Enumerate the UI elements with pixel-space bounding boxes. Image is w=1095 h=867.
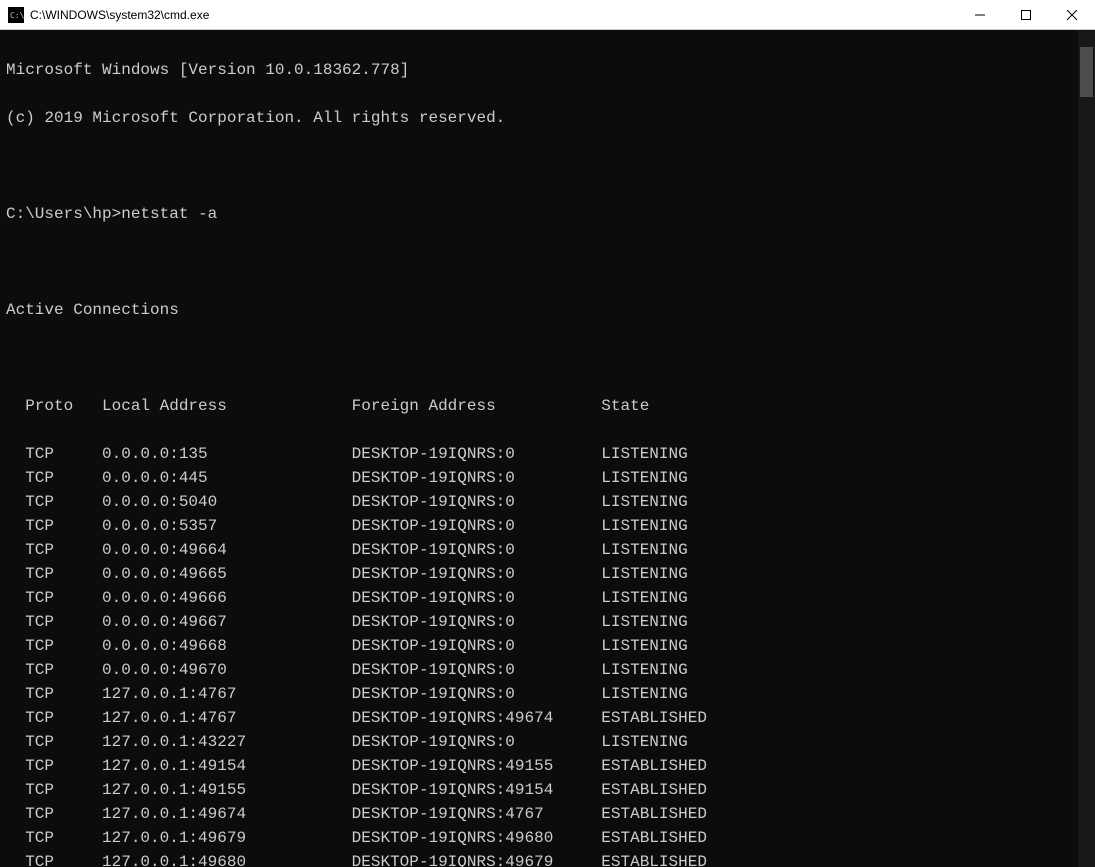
terminal-output[interactable]: Microsoft Windows [Version 10.0.18362.77… xyxy=(0,30,1095,867)
table-row: TCP 127.0.0.1:49155 DESKTOP-19IQNRS:4915… xyxy=(6,778,1095,802)
col-proto: Proto xyxy=(25,394,102,418)
blank-line xyxy=(6,250,1095,274)
table-row: TCP 127.0.0.1:43227 DESKTOP-19IQNRS:0 LI… xyxy=(6,730,1095,754)
window-controls xyxy=(957,0,1095,29)
blank-line xyxy=(6,154,1095,178)
close-button[interactable] xyxy=(1049,0,1095,29)
table-row: TCP 0.0.0.0:49667 DESKTOP-19IQNRS:0 LIST… xyxy=(6,610,1095,634)
table-row: TCP 0.0.0.0:49668 DESKTOP-19IQNRS:0 LIST… xyxy=(6,634,1095,658)
col-state: State xyxy=(601,394,649,418)
window-title: C:\WINDOWS\system32\cmd.exe xyxy=(30,8,957,22)
table-row: TCP 0.0.0.0:49665 DESKTOP-19IQNRS:0 LIST… xyxy=(6,562,1095,586)
table-row: TCP 0.0.0.0:445 DESKTOP-19IQNRS:0 LISTEN… xyxy=(6,466,1095,490)
prompt-path: C:\Users\hp> xyxy=(6,205,121,223)
table-row: TCP 127.0.0.1:49680 DESKTOP-19IQNRS:4967… xyxy=(6,850,1095,867)
col-local: Local Address xyxy=(102,394,352,418)
scrollbar-track[interactable] xyxy=(1078,30,1095,867)
prompt-line: C:\Users\hp>netstat -a xyxy=(6,202,1095,226)
maximize-button[interactable] xyxy=(1003,0,1049,29)
table-row: TCP 0.0.0.0:135 DESKTOP-19IQNRS:0 LISTEN… xyxy=(6,442,1095,466)
table-row: TCP 0.0.0.0:5357 DESKTOP-19IQNRS:0 LISTE… xyxy=(6,514,1095,538)
table-row: TCP 127.0.0.1:4767 DESKTOP-19IQNRS:49674… xyxy=(6,706,1095,730)
netstat-rows: TCP 0.0.0.0:135 DESKTOP-19IQNRS:0 LISTEN… xyxy=(6,442,1095,867)
blank-line xyxy=(6,346,1095,370)
col-foreign: Foreign Address xyxy=(352,394,602,418)
header-copyright: (c) 2019 Microsoft Corporation. All righ… xyxy=(6,106,1095,130)
scrollbar-thumb[interactable] xyxy=(1080,47,1093,97)
cmd-icon: C:\ xyxy=(8,7,24,23)
table-row: TCP 127.0.0.1:49154 DESKTOP-19IQNRS:4915… xyxy=(6,754,1095,778)
svg-text:C:\: C:\ xyxy=(10,11,24,20)
table-row: TCP 127.0.0.1:4767 DESKTOP-19IQNRS:0 LIS… xyxy=(6,682,1095,706)
table-row: TCP 0.0.0.0:49664 DESKTOP-19IQNRS:0 LIST… xyxy=(6,538,1095,562)
column-headers: ProtoLocal AddressForeign AddressState xyxy=(6,394,1095,418)
titlebar[interactable]: C:\ C:\WINDOWS\system32\cmd.exe xyxy=(0,0,1095,30)
table-row: TCP 0.0.0.0:5040 DESKTOP-19IQNRS:0 LISTE… xyxy=(6,490,1095,514)
table-row: TCP 127.0.0.1:49674 DESKTOP-19IQNRS:4767… xyxy=(6,802,1095,826)
table-row: TCP 0.0.0.0:49670 DESKTOP-19IQNRS:0 LIST… xyxy=(6,658,1095,682)
header-version: Microsoft Windows [Version 10.0.18362.77… xyxy=(6,58,1095,82)
prompt-command: netstat -a xyxy=(121,205,217,223)
minimize-button[interactable] xyxy=(957,0,1003,29)
section-title: Active Connections xyxy=(6,298,1095,322)
table-row: TCP 0.0.0.0:49666 DESKTOP-19IQNRS:0 LIST… xyxy=(6,586,1095,610)
table-row: TCP 127.0.0.1:49679 DESKTOP-19IQNRS:4968… xyxy=(6,826,1095,850)
